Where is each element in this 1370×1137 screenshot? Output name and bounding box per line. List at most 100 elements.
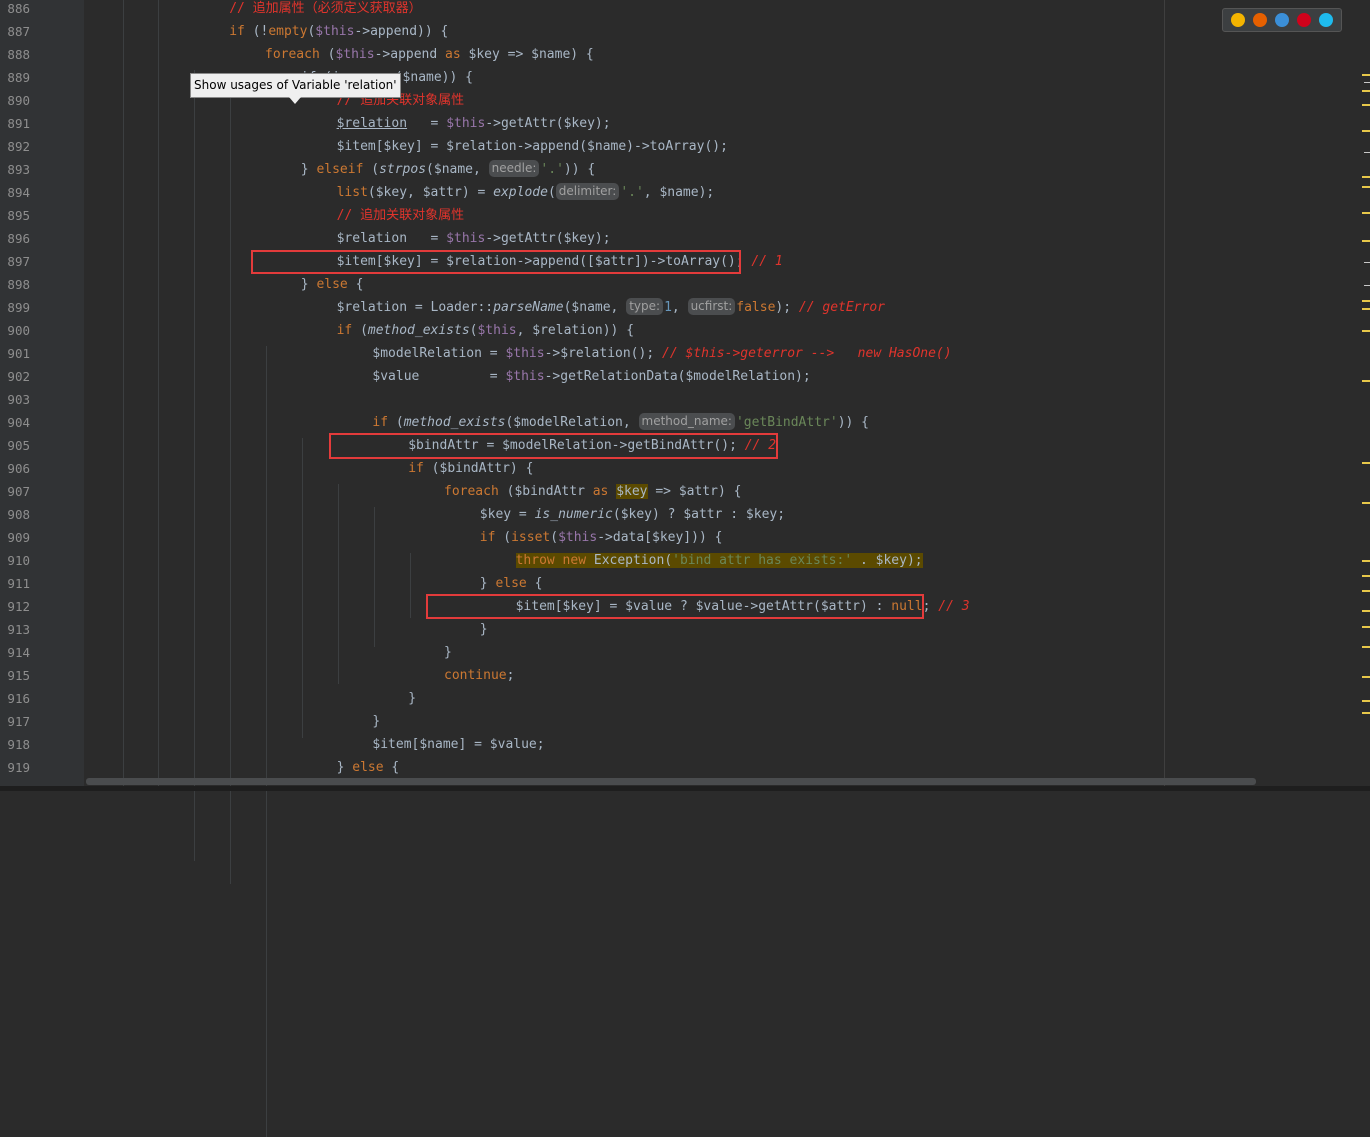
code-token: 'getBindAttr' [735,415,838,430]
code-token: $relation = Loader:: [336,300,494,315]
code-line[interactable]: 907 foreach ($bindAttr as $key => $attr) … [0,480,1370,503]
code-token: '.' [540,162,564,177]
code-line[interactable]: 902 $value = $this->getRelationData($mode… [0,365,1370,388]
line-number: 915 [7,668,30,683]
code-token: )) { [563,162,596,177]
line-number: 910 [7,553,30,568]
code-text: } else { [301,273,364,296]
code-line[interactable]: 904 if (method_exists($modelRelation, met… [0,411,1370,434]
code-token: ($name, [426,162,489,177]
parameter-hint: needle: [488,160,540,177]
code-line[interactable]: 895 // 追加关联对象属性 [0,204,1370,227]
code-token: foreach [265,47,320,62]
code-token: // 追加关联对象属性 [336,208,465,223]
code-line[interactable]: 918 $item[$name] = $value; [0,733,1370,756]
line-number: 903 [7,392,30,407]
code-line[interactable]: 901 $modelRelation = $this->$relation(); … [0,342,1370,365]
code-token: // $this->geterror --> new HasOne() [662,346,952,361]
code-text: // 追加属性（必须定义获取器） [229,0,421,20]
code-token: elseif [316,162,364,177]
code-token: } [372,714,381,729]
line-number: 888 [7,47,30,62]
code-text: foreach ($bindAttr as $key => $attr) { [444,480,741,503]
code-token: $this [315,24,355,39]
line-number: 919 [7,760,30,775]
code-token: ($name, [563,300,627,315]
code-token: strpos [379,162,427,177]
code-text: continue; [444,664,514,687]
code-line[interactable]: 906 if ($bindAttr) { [0,457,1370,480]
code-token: , [671,300,688,315]
code-text: } [480,618,488,641]
code-line[interactable]: 891 $relation = $this->getAttr($key); [0,112,1370,135]
code-line[interactable]: 913} [0,618,1370,641]
code-token: } [408,691,417,706]
code-token: } [479,622,488,637]
chrome-icon[interactable] [1231,13,1245,27]
code-line[interactable]: 919 } else { [0,756,1370,779]
code-line[interactable]: 894 list($key, $attr) = explode(delimiter… [0,181,1370,204]
code-token: ( [388,415,404,430]
code-text: } else { [337,756,400,779]
code-line[interactable]: 899 $relation = Loader::parseName($name, … [0,296,1370,319]
ie-icon[interactable] [1319,13,1333,27]
code-line[interactable]: 887 if (!empty($this->append)) { [0,20,1370,43]
code-line[interactable]: 888 foreach ($this->append as $key => $na… [0,43,1370,66]
code-line[interactable]: 898 } else { [0,273,1370,296]
code-token: ($modelRelation, [505,415,639,430]
opera-icon[interactable] [1297,13,1311,27]
horizontal-scrollbar[interactable] [86,778,1256,785]
line-number: 905 [7,438,30,453]
code-line[interactable]: 886 // 追加属性（必须定义获取器） [0,0,1370,20]
code-text: if (!empty($this->append)) { [229,20,448,43]
code-token: )) { [837,415,869,430]
code-text: $relation = Loader::parseName($name, typ… [337,296,885,319]
code-token: ; [506,668,515,683]
code-line[interactable]: 917} [0,710,1370,733]
code-token: } [300,162,317,177]
code-token: explode [493,185,548,200]
code-token: ( [352,323,368,338]
browser-preview-toolbar [1222,8,1342,32]
code-line[interactable]: 896 $relation = $this->getAttr($key); [0,227,1370,250]
code-line[interactable]: 911} else { [0,572,1370,595]
code-line[interactable]: 910 throw new Exception('bind attr has ex… [0,549,1370,572]
code-text: } [444,641,452,664]
line-number: 892 [7,139,30,154]
line-number: 887 [7,24,30,39]
code-token: list [336,185,368,200]
firefox-icon[interactable] [1253,13,1267,27]
code-text: } [372,710,380,733]
code-line[interactable]: 900 if (method_exists($this, $relation)) … [0,319,1370,342]
code-line[interactable]: 892 $item[$key] = $relation->append($name… [0,135,1370,158]
parameter-hint: type: [626,298,664,315]
line-number: 886 [7,1,30,16]
code-text: foreach ($this->append as $key => $name)… [265,43,594,66]
code-token: ( [319,47,336,62]
code-token: ( [547,185,556,200]
code-token: $value = [372,369,506,384]
code-token: else [495,576,527,591]
code-text: if (method_exists($modelRelation, method… [372,411,869,434]
code-line[interactable]: 908 $key = is_numeric($key) ? $attr : $ke… [0,503,1370,526]
line-number: 911 [7,576,30,591]
code-line[interactable]: 916} [0,687,1370,710]
code-text: throw new Exception('bind attr has exist… [515,549,923,572]
code-token: else [352,760,384,775]
parameter-hint: ucfirst: [687,298,736,315]
line-number: 906 [7,461,30,476]
line-number: 894 [7,185,30,200]
code-token: $this [446,116,486,131]
line-number: 893 [7,162,30,177]
code-token: // 1 [743,254,783,269]
safari-icon[interactable] [1275,13,1289,27]
code-line[interactable]: 914} [0,641,1370,664]
line-number: 895 [7,208,30,223]
line-number: 898 [7,277,30,292]
code-line[interactable]: 909 if (isset($this->data[$key])) { [0,526,1370,549]
code-line[interactable]: 903 [0,388,1370,411]
code-line[interactable]: 915 continue; [0,664,1370,687]
code-token: method_exists [367,323,470,338]
code-line[interactable]: 893} elseif (strpos($name, needle: '.')) … [0,158,1370,181]
code-text: if ($bindAttr) { [408,457,533,480]
